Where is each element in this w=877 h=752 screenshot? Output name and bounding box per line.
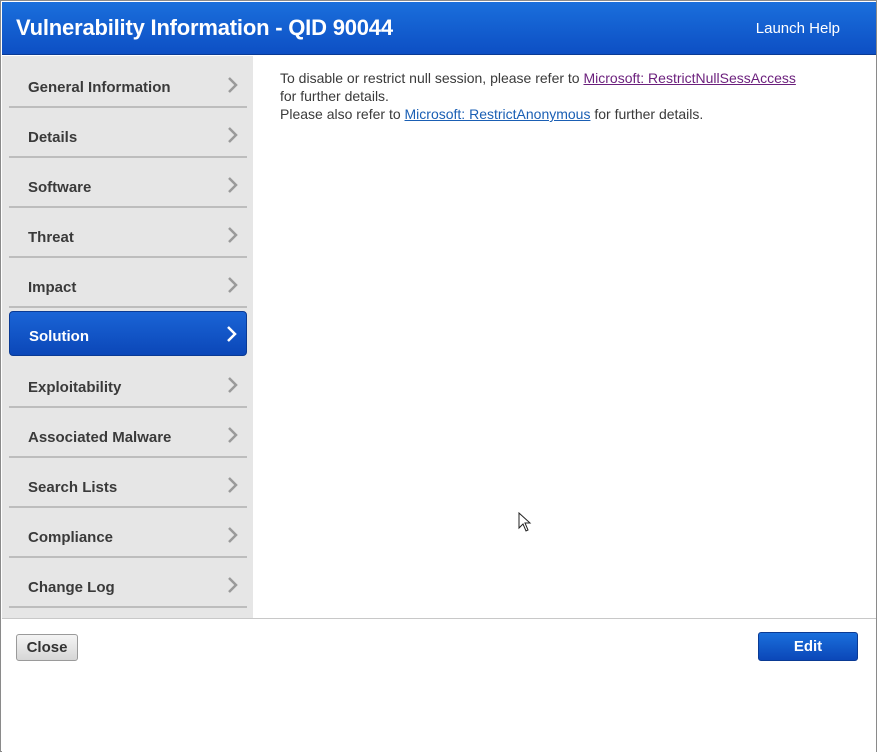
- sidebar-item-compliance[interactable]: Compliance: [9, 510, 247, 558]
- sidebar-item-impact[interactable]: Impact: [9, 260, 247, 308]
- solution-text: for further details.: [590, 106, 704, 122]
- sidebar-item-general-information[interactable]: General Information: [9, 60, 247, 108]
- solution-line-2: for further details.: [280, 88, 389, 104]
- sidebar-item-label: General Information: [28, 79, 171, 96]
- chevron-right-icon: [228, 477, 238, 493]
- solution-line-3: Please also refer to Microsoft: Restrict…: [280, 105, 703, 123]
- sidebar-item-threat[interactable]: Threat: [9, 210, 247, 258]
- sidebar-item-search-lists[interactable]: Search Lists: [9, 460, 247, 508]
- sidebar-item-label: Compliance: [28, 529, 114, 546]
- chevron-right-icon: [228, 527, 238, 543]
- close-button[interactable]: Close: [16, 634, 78, 661]
- chevron-right-icon: [228, 127, 238, 143]
- mouse-cursor-icon: [518, 512, 532, 532]
- sidebar-item-label: Details: [28, 129, 78, 146]
- dialog-footer: Close Edit: [2, 618, 876, 752]
- vulnerability-dialog: Vulnerability Information - QID 90044 La…: [0, 0, 877, 752]
- sidebar-item-label: Search Lists: [28, 479, 118, 496]
- sidebar-item-associated-malware[interactable]: Associated Malware: [9, 410, 247, 458]
- sidebar-nav: General Information Details Software Thr…: [2, 56, 253, 618]
- title-bar: Vulnerability Information - QID 90044 La…: [2, 2, 876, 55]
- restrict-anonymous-link[interactable]: Microsoft: RestrictAnonymous: [405, 106, 591, 122]
- chevron-right-icon: [228, 277, 238, 293]
- chevron-right-icon: [228, 227, 238, 243]
- solution-panel: To disable or restrict null session, ple…: [253, 56, 876, 618]
- restrict-null-sess-access-link[interactable]: Microsoft: RestrictNullSessAccess: [583, 70, 795, 86]
- edit-button[interactable]: Edit: [758, 632, 858, 661]
- chevron-right-icon: [228, 177, 238, 193]
- sidebar-item-software[interactable]: Software: [9, 160, 247, 208]
- chevron-right-icon: [228, 577, 238, 593]
- sidebar-item-change-log[interactable]: Change Log: [9, 560, 247, 608]
- sidebar-item-label: Associated Malware: [28, 429, 172, 446]
- solution-text: To disable or restrict null session, ple…: [280, 70, 584, 86]
- sidebar-item-label: Change Log: [28, 579, 115, 596]
- dialog-title: Vulnerability Information - QID 90044: [16, 15, 393, 40]
- sidebar-item-label: Exploitability: [28, 379, 122, 396]
- chevron-right-icon: [228, 377, 238, 393]
- sidebar-item-label: Software: [28, 179, 92, 196]
- sidebar-item-solution[interactable]: Solution: [9, 311, 247, 356]
- sidebar-item-label: Threat: [28, 229, 74, 246]
- sidebar-item-label: Impact: [28, 279, 77, 296]
- sidebar-item-details[interactable]: Details: [9, 110, 247, 158]
- chevron-right-icon: [227, 326, 237, 342]
- chevron-right-icon: [228, 427, 238, 443]
- sidebar-item-exploitability[interactable]: Exploitability: [9, 360, 247, 408]
- launch-help-link[interactable]: Launch Help: [756, 20, 840, 37]
- sidebar-item-label: Solution: [29, 328, 89, 345]
- solution-text: Please also refer to: [280, 106, 405, 122]
- chevron-right-icon: [228, 77, 238, 93]
- solution-line-1: To disable or restrict null session, ple…: [280, 69, 796, 87]
